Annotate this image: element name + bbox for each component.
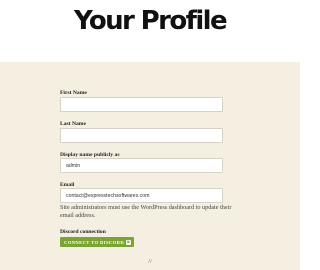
first-name-label: First Name [60,90,87,96]
display-name-field[interactable]: admin [60,158,223,173]
connect-to-discord-button[interactable]: CONNECT TO DISCORD ◙ [60,237,135,247]
footer-separator: // [148,259,152,265]
discord-connection-label: Discord connection [60,229,106,235]
connect-to-discord-label: CONNECT TO DISCORD [64,239,125,245]
first-name-field[interactable] [60,97,223,112]
discord-icon: ◙ [126,239,132,245]
email-field[interactable]: contact@expresstechsoftwares.com [60,188,223,203]
last-name-label: Last Name [60,121,86,127]
page-header: Your Profile [0,0,300,62]
page-title: Your Profile [74,6,228,36]
last-name-field[interactable] [60,128,223,143]
email-help-text: Site administrators must use the WordPre… [60,204,232,219]
